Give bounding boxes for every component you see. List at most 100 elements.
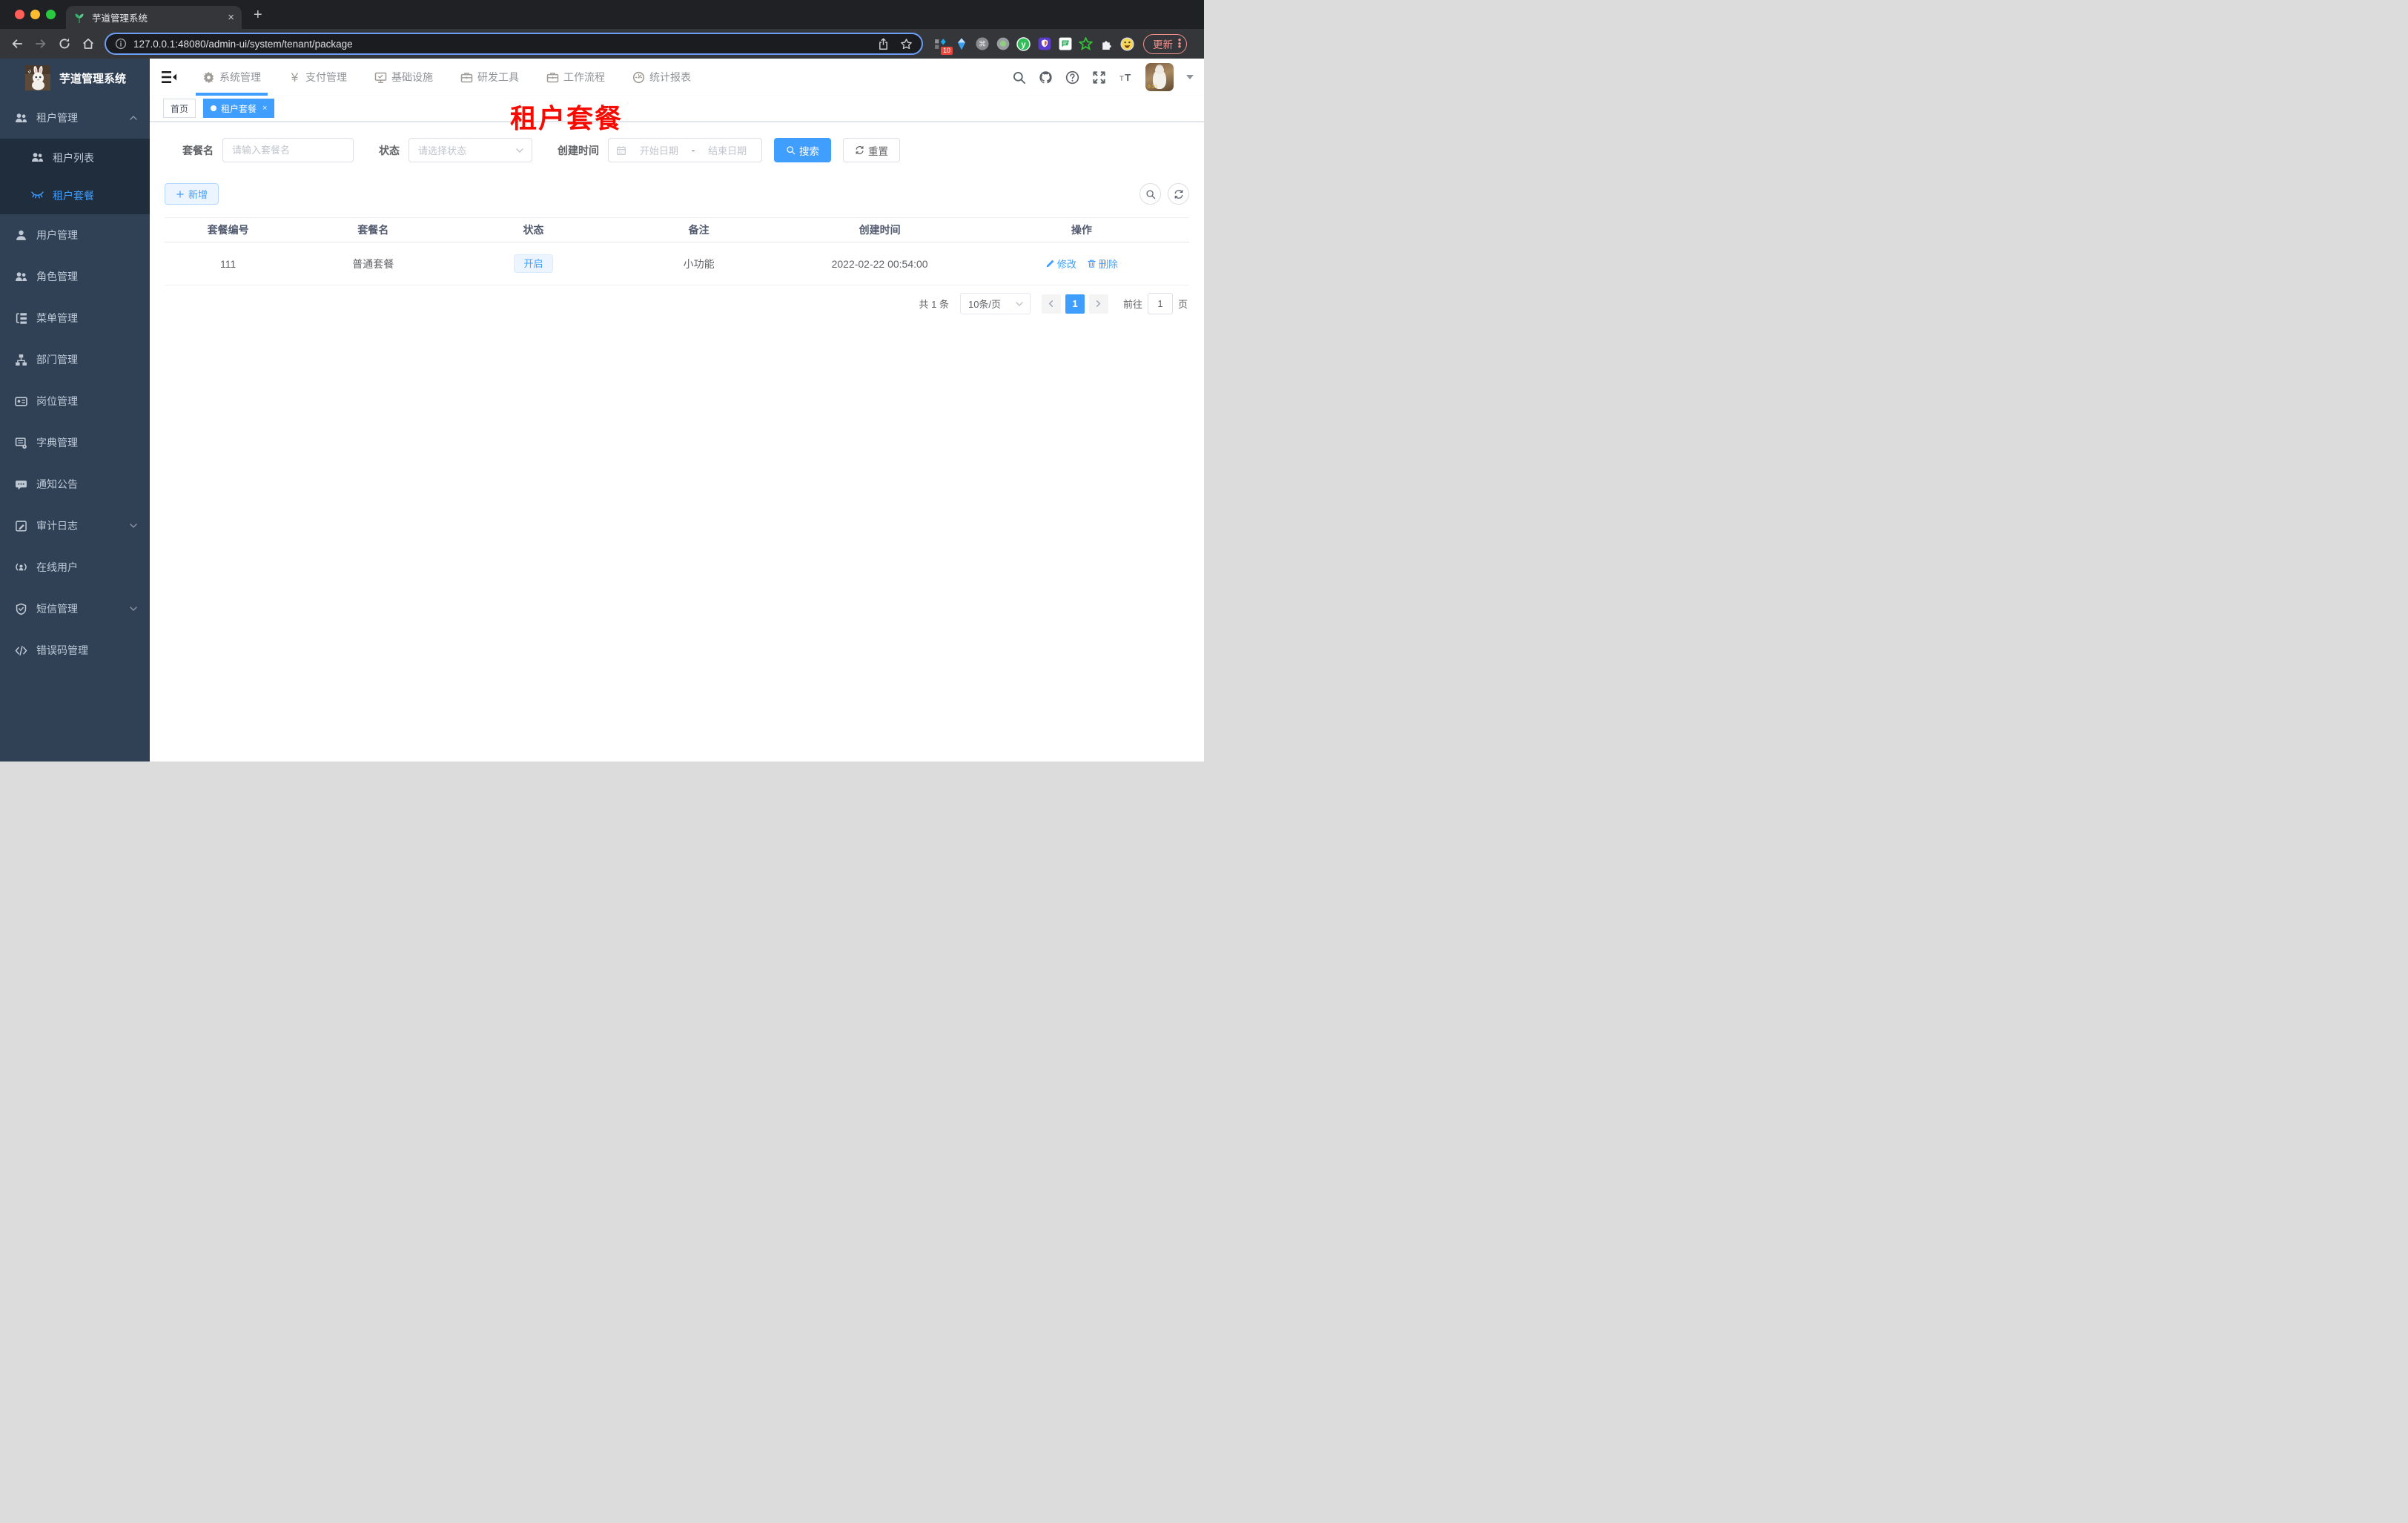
sidebar-item-notice[interactable]: 通知公告: [0, 463, 150, 505]
page-number-1[interactable]: 1: [1065, 294, 1085, 314]
col-header-package-id: 套餐编号: [207, 224, 249, 236]
sidebar-logo[interactable]: 芋道管理系统: [0, 59, 150, 97]
search-icon: [1145, 189, 1156, 199]
extension-grid-icon[interactable]: 10: [933, 37, 953, 55]
font-size-icon[interactable]: TT: [1119, 70, 1133, 85]
extension-record-icon[interactable]: [996, 37, 1010, 51]
top-nav: 系统管理 ¥ 支付管理 基础设施 研发工具 工作流程 统计报表: [196, 59, 695, 96]
home-icon[interactable]: [82, 37, 95, 50]
pencil-icon: [1045, 259, 1055, 268]
goto-page-input[interactable]: [1147, 293, 1173, 314]
refresh-table-button[interactable]: [1168, 183, 1189, 205]
browser-update-button[interactable]: 更新 • • •: [1143, 33, 1187, 54]
status-select[interactable]: 请选择状态: [408, 138, 532, 162]
cell-status: 开启: [454, 254, 612, 273]
tag-tenant-package[interactable]: 租户套餐 ×: [203, 99, 275, 118]
fullscreen-icon[interactable]: [1092, 70, 1106, 85]
app-navbar: 系统管理 ¥ 支付管理 基础设施 研发工具 工作流程 统计报表 T T 0:30: [150, 59, 1204, 96]
extension-shield-icon[interactable]: [1037, 37, 1051, 51]
sidebar-item-user-management[interactable]: 用户管理: [0, 214, 150, 256]
tag-home[interactable]: 首页: [163, 99, 196, 118]
col-header-remark: 备注: [688, 224, 710, 236]
browser-menu-kebab-icon[interactable]: • • •: [1177, 35, 1182, 52]
package-name-label: 套餐名: [182, 144, 214, 156]
screen: 芋道管理系统 × + 127.0.0.1:48080/admin-ui/syst…: [0, 0, 1204, 762]
search-icon[interactable]: [1012, 70, 1026, 85]
extension-puzzle-icon[interactable]: [1099, 37, 1114, 51]
url-text[interactable]: 127.0.0.1:48080/admin-ui/system/tenant/p…: [133, 39, 867, 50]
bookmark-star-icon[interactable]: [900, 38, 913, 50]
sidebar-item-label: 短信管理: [36, 603, 78, 615]
sidebar-item-dict-management[interactable]: 字典管理: [0, 422, 150, 463]
tab-dev-tools[interactable]: 研发工具: [457, 59, 523, 96]
sidebar-item-dept-management[interactable]: 部门管理: [0, 339, 150, 380]
window-controls[interactable]: [15, 10, 56, 19]
tab-system-management[interactable]: 系统管理: [196, 59, 268, 96]
help-icon[interactable]: [1065, 70, 1079, 85]
pagination-goto: 前往 页: [1123, 293, 1188, 314]
search-button-label: 搜索: [799, 145, 819, 157]
chevron-left-icon: [1047, 300, 1055, 308]
sidebar-item-sms-management[interactable]: 短信管理: [0, 588, 150, 630]
reload-icon[interactable]: [58, 37, 71, 50]
close-window-button[interactable]: [15, 10, 24, 19]
search-button[interactable]: 搜索: [774, 138, 831, 162]
tag-close-icon[interactable]: ×: [262, 104, 267, 113]
address-bar[interactable]: 127.0.0.1:48080/admin-ui/system/tenant/p…: [105, 33, 923, 55]
sidebar-item-error-code[interactable]: 错误码管理: [0, 630, 150, 671]
hamburger-collapse-icon[interactable]: [162, 70, 176, 84]
sidebar-item-role-management[interactable]: 角色管理: [0, 256, 150, 297]
table-toolbar: 新增: [165, 183, 1189, 205]
chevron-down-icon: [515, 146, 524, 155]
extension-chat-icon[interactable]: [1058, 37, 1072, 51]
extension-y-green-icon[interactable]: y: [1016, 36, 1031, 51]
add-button[interactable]: 新增: [165, 183, 219, 205]
extension-green-star-icon[interactable]: [1079, 36, 1093, 51]
extension-command-icon[interactable]: ⌘: [975, 37, 989, 51]
tab-payment-management[interactable]: ¥ 支付管理: [285, 59, 351, 96]
package-name-input[interactable]: [222, 138, 354, 162]
maximize-window-button[interactable]: [46, 10, 56, 19]
edit-link[interactable]: 修改: [1045, 257, 1076, 271]
minimize-window-button[interactable]: [30, 10, 40, 19]
extension-emoji-icon[interactable]: [1120, 36, 1134, 51]
avatar-caret-down-icon[interactable]: [1186, 75, 1194, 79]
forward-icon[interactable]: [34, 37, 47, 50]
sidebar-item-tenant-package[interactable]: 租户套餐: [0, 176, 150, 214]
sidebar-item-online-users[interactable]: 在线用户: [0, 546, 150, 588]
share-icon[interactable]: [877, 38, 890, 50]
edit-link-label: 修改: [1056, 259, 1076, 270]
sidebar-item-tenant-management[interactable]: 租户管理: [0, 97, 150, 139]
sidebar-item-audit-log[interactable]: 审计日志: [0, 505, 150, 546]
date-range-picker[interactable]: 开始日期 - 结束日期: [608, 138, 762, 162]
tags-view: 首页 租户套餐 ×: [150, 96, 1204, 122]
github-icon[interactable]: [1039, 70, 1053, 85]
sidebar: 芋道管理系统 租户管理 租户列表 租户套餐 用户管理 角色管理 菜单管理 部门管…: [0, 59, 150, 762]
avatar[interactable]: 0:30: [1145, 63, 1174, 91]
next-page-button[interactable]: [1088, 294, 1108, 314]
reset-button[interactable]: 重置: [843, 138, 900, 162]
site-info-icon[interactable]: [115, 38, 127, 50]
back-icon[interactable]: [10, 37, 24, 50]
user-icon: [15, 229, 27, 242]
extension-badge: 10: [940, 46, 953, 55]
delete-link[interactable]: 删除: [1087, 257, 1118, 271]
sidebar-item-post-management[interactable]: 岗位管理: [0, 380, 150, 422]
tab-report[interactable]: 统计报表: [629, 59, 695, 96]
end-date-placeholder[interactable]: 结束日期: [701, 143, 754, 157]
tab-close-icon[interactable]: ×: [228, 12, 234, 23]
browser-tab[interactable]: 芋道管理系统 ×: [66, 6, 242, 29]
extension-kite-icon[interactable]: [954, 37, 968, 51]
status-label: 状态: [379, 144, 400, 156]
tab-infrastructure[interactable]: 基础设施: [371, 59, 437, 96]
prev-page-button[interactable]: [1041, 294, 1061, 314]
page-size-select[interactable]: 10条/页: [959, 293, 1031, 314]
sidebar-item-menu-management[interactable]: 菜单管理: [0, 297, 150, 339]
sidebar-item-tenant-list[interactable]: 租户列表: [0, 139, 150, 176]
top-nav-label: 统计报表: [649, 71, 691, 83]
start-date-placeholder[interactable]: 开始日期: [632, 143, 686, 157]
toggle-search-button[interactable]: [1140, 183, 1161, 205]
sidebar-item-label: 字典管理: [36, 437, 78, 449]
new-tab-button[interactable]: +: [254, 7, 262, 24]
tab-workflow[interactable]: 工作流程: [543, 59, 609, 96]
